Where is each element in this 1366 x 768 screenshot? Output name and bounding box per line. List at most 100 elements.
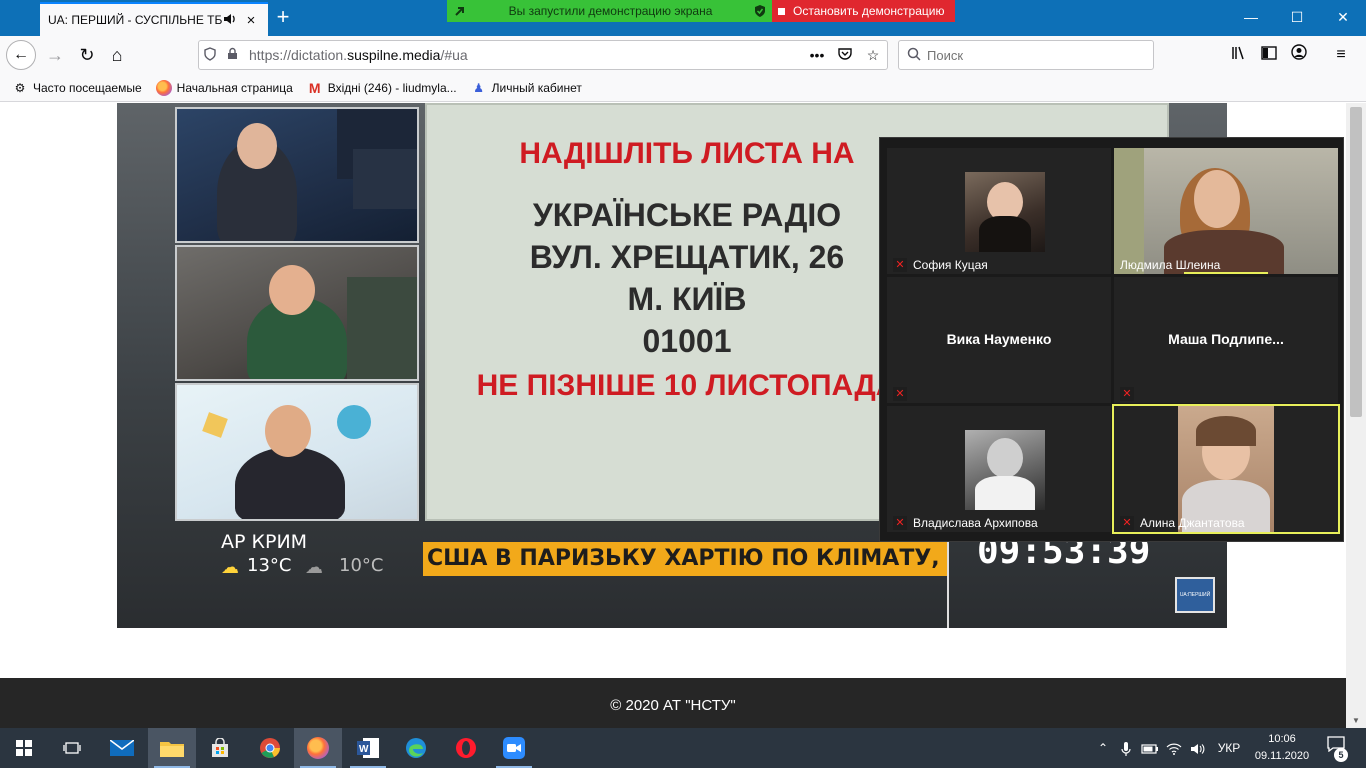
participant-video xyxy=(1178,406,1274,532)
store-icon[interactable] xyxy=(196,728,244,768)
file-explorer-icon[interactable] xyxy=(148,728,196,768)
speaker-icon[interactable] xyxy=(222,13,238,28)
task-view-icon[interactable] xyxy=(48,728,96,768)
weather-night-temp: 10°C xyxy=(339,555,384,576)
muted-mic-icon: ✕ xyxy=(893,258,907,272)
participant-tile[interactable]: ✕ София Куцая xyxy=(887,148,1111,274)
bookmark-gmail[interactable]: M Вхідні (246) - liudmyla... xyxy=(307,80,457,96)
bookmarks-toolbar: ⚙ Часто посещаемые Начальная страница M … xyxy=(0,74,1366,102)
lock-icon[interactable] xyxy=(221,47,243,63)
gmail-icon: M xyxy=(308,79,321,96)
firefox-icon[interactable] xyxy=(294,728,342,768)
firefox-icon xyxy=(155,79,172,96)
notification-count: 5 xyxy=(1334,748,1348,762)
muted-mic-icon: ✕ xyxy=(893,516,907,530)
svg-text:W: W xyxy=(359,744,369,755)
page-actions-icon[interactable]: ••• xyxy=(803,47,831,63)
participant-name: Людмила Шлеина xyxy=(1120,258,1221,272)
screen-share-text: Вы запустили демонстрацию экрана xyxy=(508,4,713,18)
gear-icon: ⚙ xyxy=(14,80,26,95)
participant-tile-speaking[interactable]: Людмила Шлеина xyxy=(1114,148,1338,274)
tab-close-icon[interactable]: × xyxy=(242,12,260,29)
participant-name: ✕ Владислава Архипова xyxy=(893,516,1038,530)
microphone-icon[interactable] xyxy=(1116,728,1136,768)
slide-line-6: НЕ ПІЗНІШЕ 10 ЛИСТОПАДА xyxy=(476,369,898,402)
participant-photo xyxy=(965,430,1045,510)
bookmark-star-icon[interactable]: ☆ xyxy=(859,47,887,64)
participant-photo xyxy=(965,172,1045,252)
library-icon[interactable] xyxy=(1226,42,1252,68)
slide-line-3: ВУЛ. ХРЕЩАТИК, 26 xyxy=(529,239,845,275)
back-button[interactable]: ← xyxy=(6,40,36,70)
stop-icon xyxy=(778,7,785,15)
zoom-icon[interactable] xyxy=(490,728,538,768)
battery-icon[interactable] xyxy=(1140,728,1160,768)
channel-logo: UA:ПЕРШИЙ xyxy=(1175,577,1215,613)
participant-name-center: Маша Подлипе... xyxy=(1168,331,1284,347)
video-panel-guest xyxy=(175,245,419,381)
forward-button[interactable]: → xyxy=(40,40,70,70)
maximize-button[interactable]: ☐ xyxy=(1274,0,1320,34)
browser-tab-active[interactable]: UA: ПЕРШИЙ - СУСПІЛЬНЕ ТБ × xyxy=(40,2,268,36)
screen-share-bar: Вы запустили демонстрацию экрана Останов… xyxy=(447,0,955,22)
bookmark-cabinet[interactable]: ♟ Личный кабинет xyxy=(471,80,582,96)
address-bar[interactable]: https://dictation.suspilne.media/#ua •••… xyxy=(198,40,888,70)
title-bar: UA: ПЕРШИЙ - СУСПІЛЬНЕ ТБ × + Вы запусти… xyxy=(0,0,1366,36)
opera-icon[interactable] xyxy=(442,728,490,768)
sidebar-icon[interactable] xyxy=(1256,42,1282,68)
participant-tile-active[interactable]: ✕ Алина Джантатова xyxy=(1112,404,1340,534)
navigation-bar: ← → ↻ ⌂ https://dictation.suspilne.media… xyxy=(0,36,1366,74)
account-icon[interactable] xyxy=(1286,42,1312,68)
copyright-text: © 2020 АТ "НСТУ" xyxy=(610,697,736,714)
participant-tile[interactable]: ✕ Владислава Архипова xyxy=(887,406,1111,532)
close-window-button[interactable]: ✕ xyxy=(1320,0,1366,34)
tab-title: UA: ПЕРШИЙ - СУСПІЛЬНЕ ТБ xyxy=(48,13,222,27)
muted-mic-icon: ✕ xyxy=(893,387,907,401)
search-icon xyxy=(907,47,921,64)
shield-check-icon xyxy=(755,5,765,17)
bookmark-start-page[interactable]: Начальная страница xyxy=(155,79,293,96)
search-bar[interactable] xyxy=(898,40,1154,70)
zoom-gallery-window[interactable]: ✕ София Куцая Людмила Шлеина Вика Науменк… xyxy=(879,137,1344,542)
video-panel-studio xyxy=(175,383,419,521)
clock-date: 09.11.2020 xyxy=(1254,750,1310,762)
screen-share-message: Вы запустили демонстрацию экрана xyxy=(447,0,772,22)
home-button[interactable]: ⌂ xyxy=(102,40,132,70)
stop-share-button[interactable]: Остановить демонстрацию xyxy=(772,0,955,22)
edge-icon[interactable] xyxy=(392,728,440,768)
page-scrollbar[interactable]: ▲ ▼ xyxy=(1346,103,1366,728)
windows-start-icon[interactable] xyxy=(0,728,48,768)
tracking-shield-icon[interactable] xyxy=(199,46,221,64)
slide-line-4: М. КИЇВ xyxy=(627,281,747,317)
bookmark-most-visited[interactable]: ⚙ Часто посещаемые xyxy=(12,80,142,96)
weather-widget: АР КРИМ ☁ 13°C ☁ 10°C xyxy=(207,525,417,585)
video-panel-host xyxy=(175,107,419,243)
participant-tile[interactable]: Маша Подлипе... ✕ xyxy=(1114,277,1338,403)
url-text[interactable]: https://dictation.suspilne.media/#ua xyxy=(243,47,803,63)
weather-day-temp: 13°C xyxy=(247,555,292,576)
cloudy-night-icon: ☁ xyxy=(305,557,323,577)
minimize-button[interactable]: — xyxy=(1228,0,1274,34)
chrome-icon[interactable] xyxy=(246,728,294,768)
participant-tile[interactable]: Вика Науменко ✕ xyxy=(887,277,1111,403)
pocket-icon[interactable] xyxy=(831,47,859,63)
menu-icon[interactable]: ≡ xyxy=(1328,42,1354,68)
news-ticker: США В ПАРИЗЬКУ ХАРТІЮ ПО КЛІМАТУ, А ТАКО… xyxy=(423,542,947,576)
windows-taskbar: W ⌃ УКР 10:06 09.11.2020 5 xyxy=(0,728,1366,768)
share-arrow-icon xyxy=(455,7,464,16)
scroll-down-arrow-icon[interactable]: ▼ xyxy=(1346,714,1366,728)
new-tab-button[interactable]: + xyxy=(272,4,294,30)
reload-button[interactable]: ↻ xyxy=(72,40,102,70)
mail-icon[interactable] xyxy=(98,728,146,768)
wifi-icon[interactable] xyxy=(1164,728,1184,768)
site-footer: © 2020 АТ "НСТУ" xyxy=(0,678,1346,728)
taskbar-clock[interactable]: 10:06 09.11.2020 xyxy=(1252,731,1312,765)
scroll-thumb[interactable] xyxy=(1350,107,1362,417)
search-input[interactable] xyxy=(927,47,1127,63)
show-hidden-icons[interactable]: ⌃ xyxy=(1094,728,1112,768)
language-indicator[interactable]: УКР xyxy=(1212,728,1246,768)
participant-status: ✕ xyxy=(1120,387,1140,401)
volume-icon[interactable] xyxy=(1188,728,1208,768)
person-icon: ♟ xyxy=(473,80,484,95)
word-icon[interactable]: W xyxy=(344,728,392,768)
